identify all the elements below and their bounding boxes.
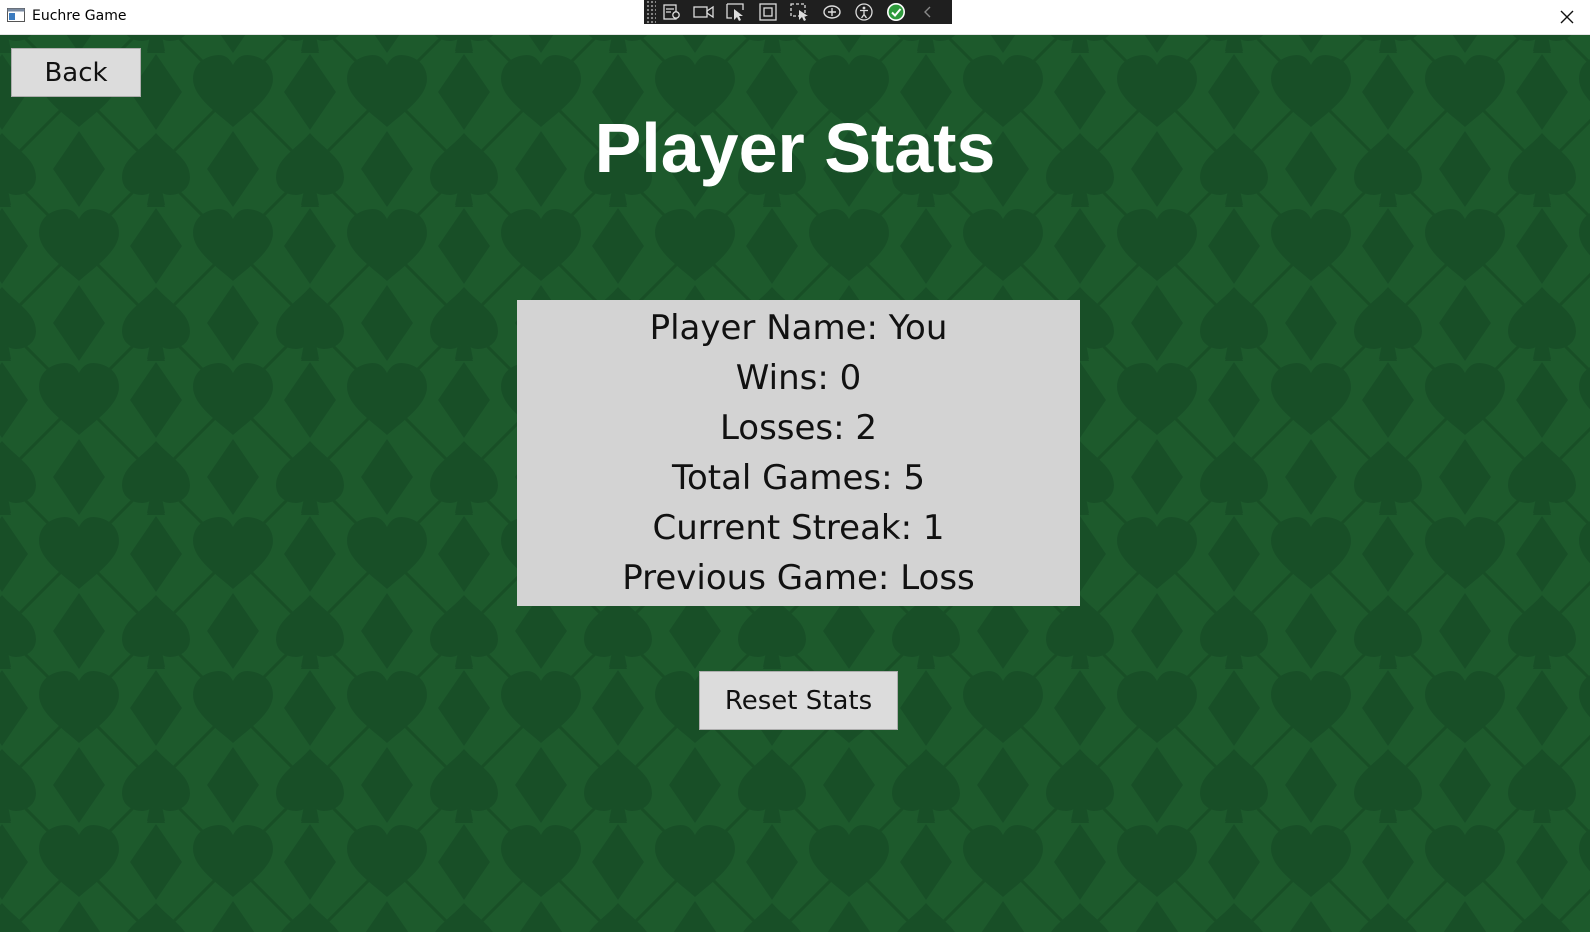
total-games-stat: Total Games: 5 (671, 458, 926, 498)
euchre-window: Euchre Game Back Player Stats Player Nam… (0, 0, 1590, 932)
current-streak-stat: Current Streak: 1 (652, 508, 945, 548)
app-window-icon (7, 8, 25, 22)
display-layout-adorners-button[interactable] (752, 0, 784, 24)
track-focus-icon (790, 3, 808, 21)
drag-grip-icon[interactable] (646, 0, 656, 24)
dev-toolbar (644, 0, 952, 24)
accessibility-icon (855, 3, 873, 21)
losses-stat: Losses: 2 (719, 408, 878, 448)
accessibility-button[interactable] (848, 0, 880, 24)
page-title: Player Stats (594, 109, 996, 187)
status-ok-button[interactable] (880, 0, 912, 24)
reset-stats-button[interactable]: Reset Stats (699, 671, 898, 730)
collapse-toolbar-button[interactable] (912, 0, 944, 24)
record-icon (693, 5, 714, 19)
close-icon (1560, 10, 1574, 24)
close-button[interactable] (1544, 0, 1590, 34)
player-name-stat: Player Name: You (649, 308, 948, 348)
select-element-button[interactable] (720, 0, 752, 24)
stats-panel: Player Name: You Wins: 0 Losses: 2 Total… (517, 300, 1080, 606)
live-visual-tree-button[interactable] (656, 0, 688, 24)
live-visual-tree-icon (663, 4, 680, 20)
binding-failures-icon (823, 5, 841, 19)
track-focus-button[interactable] (784, 0, 816, 24)
status-ok-icon (887, 3, 905, 21)
previous-game-stat: Previous Game: Loss (622, 558, 975, 598)
select-element-icon (726, 3, 744, 21)
binding-failures-button[interactable] (816, 0, 848, 24)
display-layout-adorners-icon (759, 3, 777, 21)
back-button[interactable]: Back (11, 48, 141, 97)
collapse-chevron-icon (924, 6, 931, 18)
wins-stat: Wins: 0 (735, 358, 862, 398)
window-title: Euchre Game (32, 8, 127, 24)
record-button[interactable] (688, 0, 720, 24)
